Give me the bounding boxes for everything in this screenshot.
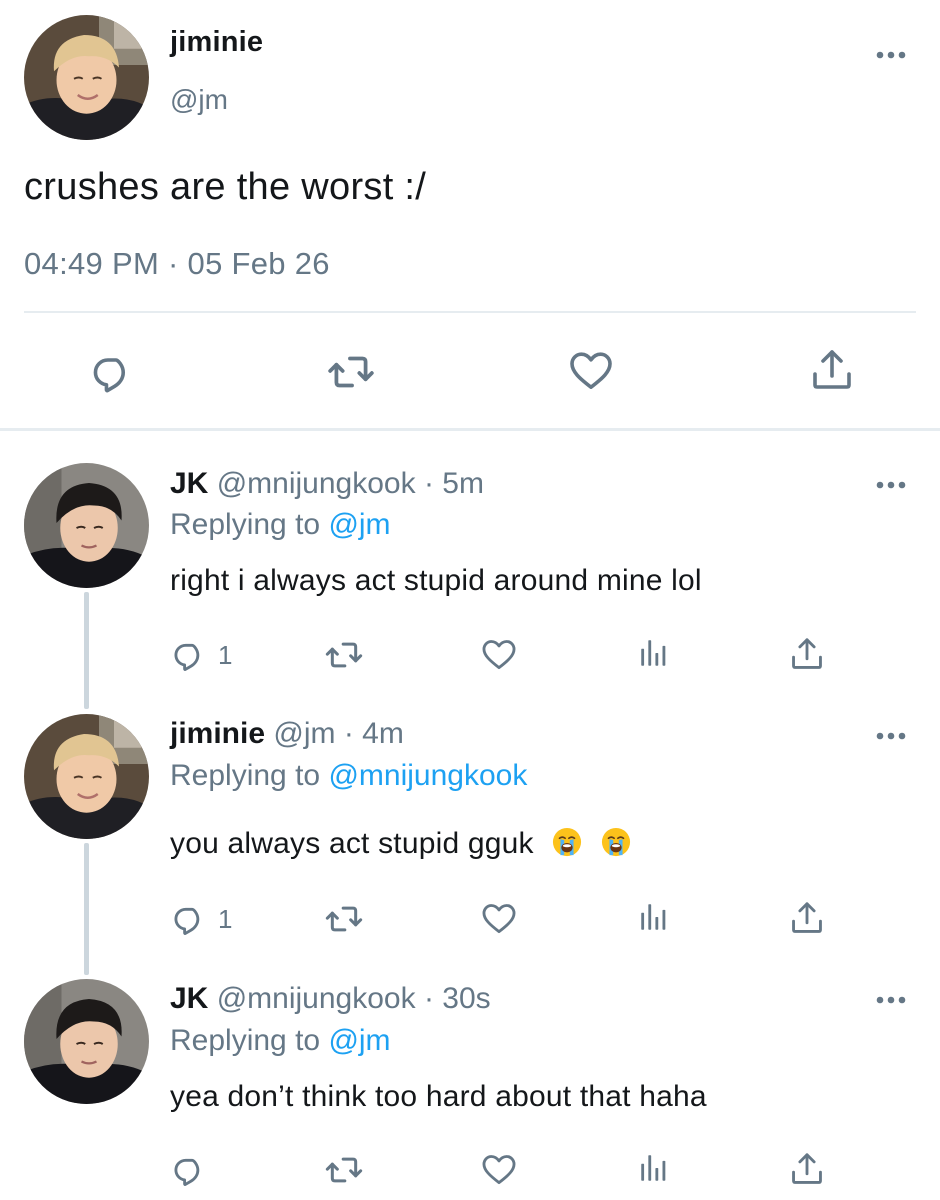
thread-connector [84,843,89,975]
divider [24,311,916,313]
more-icon[interactable] [874,993,908,1007]
share-icon[interactable] [808,346,856,394]
reply-text: you always act stupid gguk [170,827,534,860]
reply-header: jiminie @jm · 4m [170,717,404,751]
main-tweet-author-handle[interactable]: @jm [170,84,228,116]
main-tweet-timestamp[interactable]: 04:49 PM · 05 Feb 26 [24,246,330,282]
analytics-icon[interactable] [637,900,671,934]
section-divider [0,428,940,431]
share-icon[interactable] [788,1150,826,1188]
reply-text: right i always act stupid around mine lo… [170,564,702,597]
reply-header: JK @mnijungkook · 30s [170,982,491,1016]
replying-to-label: Replying to [170,1024,329,1057]
more-icon[interactable] [874,48,908,62]
reply-author-name[interactable]: JK [170,982,208,1015]
reply-avatar[interactable] [24,714,149,839]
reply-text-container: you always act stupid gguk [170,827,631,861]
replying-to: Replying to @jm [170,1024,391,1058]
replying-to: Replying to @jm [170,508,391,542]
reply-count: 1 [218,904,233,934]
reply-header: JK @mnijungkook · 5m [170,467,484,501]
like-icon[interactable] [480,899,518,937]
reply-time[interactable]: · 30s [424,982,491,1015]
reply-icon[interactable] [88,347,136,395]
more-icon[interactable] [874,729,908,743]
loudly-crying-face-icon [552,827,582,857]
reply-icon[interactable] [170,899,208,937]
thread-connector [84,592,89,709]
replying-to: Replying to @mnijungkook [170,759,527,793]
replying-to-label: Replying to [170,759,329,792]
like-icon[interactable] [480,635,518,673]
share-icon[interactable] [788,635,826,673]
analytics-icon[interactable] [637,636,671,670]
retweet-icon[interactable] [324,635,364,675]
reply-icon[interactable] [170,1150,208,1188]
more-icon[interactable] [874,478,908,492]
reply-author-handle[interactable]: @jm [273,717,335,750]
share-icon[interactable] [788,899,826,937]
reply-icon[interactable] [170,635,208,673]
main-tweet-author-name[interactable]: jiminie [170,26,263,59]
like-icon[interactable] [480,1150,518,1188]
replying-to-link[interactable]: @jm [328,1024,390,1057]
retweet-icon[interactable] [324,899,364,939]
reply-author-handle[interactable]: @mnijungkook [217,982,416,1015]
retweet-icon[interactable] [326,347,376,397]
loudly-crying-face-icon [601,827,631,857]
reply-author-handle[interactable]: @mnijungkook [217,467,416,500]
replying-to-link[interactable]: @mnijungkook [328,759,527,792]
reply-text: yea don’t think too hard about that haha [170,1080,707,1113]
reply-time[interactable]: · 5m [424,467,484,500]
like-icon[interactable] [567,346,615,394]
replying-to-label: Replying to [170,508,329,541]
reply-avatar[interactable] [24,463,149,588]
reply-author-name[interactable]: jiminie [170,717,265,750]
reply-time[interactable]: · 4m [344,717,404,750]
replying-to-link[interactable]: @jm [328,508,390,541]
reply-count: 1 [218,640,233,670]
retweet-icon[interactable] [324,1150,364,1190]
reply-avatar[interactable] [24,979,149,1104]
analytics-icon[interactable] [637,1151,671,1185]
reply-author-name[interactable]: JK [170,467,208,500]
main-tweet-text: crushes are the worst :/ [24,166,427,208]
main-tweet-avatar[interactable] [24,15,149,140]
